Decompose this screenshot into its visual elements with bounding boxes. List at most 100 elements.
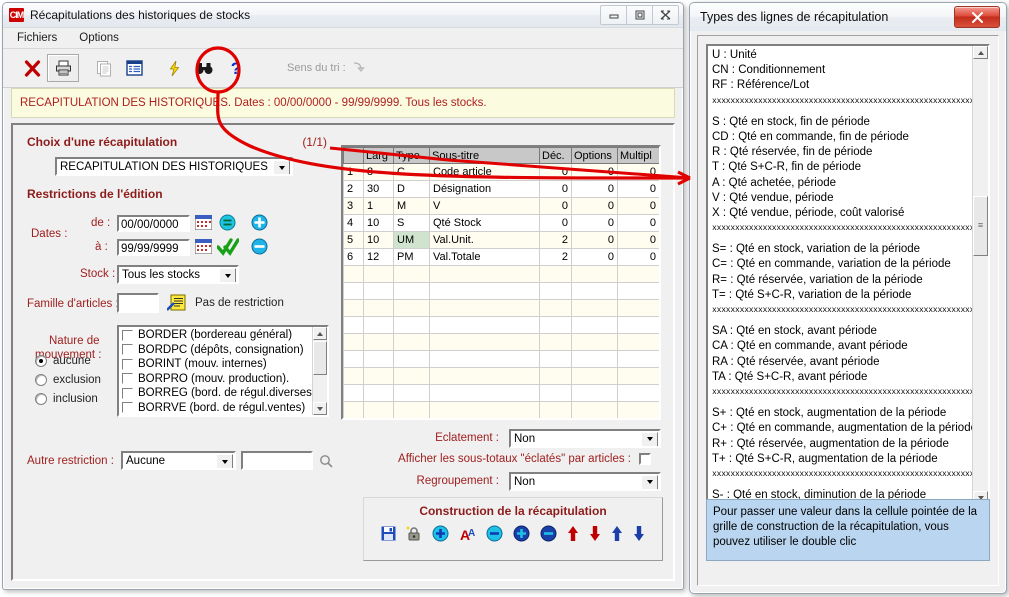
type-list-item[interactable]: R+ : Qté réservée, augmentation de la pé…	[708, 437, 972, 452]
nature-list-item[interactable]: LIVCLI (trans. : livraisons clients)	[119, 415, 312, 417]
table-row[interactable]: 5 10 UM Val.Unit. 2 0 0	[343, 231, 659, 249]
empty-cell[interactable]	[429, 299, 540, 317]
table-row-empty[interactable]	[343, 282, 659, 300]
empty-cell[interactable]	[364, 419, 394, 421]
empty-cell[interactable]	[618, 419, 660, 421]
empty-cell[interactable]	[363, 367, 394, 385]
close-button[interactable]	[652, 5, 679, 25]
type-list-item[interactable]: CA : Qté en commande, avant période	[708, 339, 972, 354]
empty-cell[interactable]	[617, 282, 659, 300]
empty-cell[interactable]	[363, 265, 394, 283]
family-input[interactable]	[117, 293, 159, 313]
empty-cell[interactable]	[539, 350, 572, 368]
recap-select[interactable]: RECAPITULATION DES HISTORIQUES	[55, 157, 293, 176]
cell-dec[interactable]: 2	[539, 231, 572, 249]
empty-cell[interactable]	[429, 333, 540, 351]
add-cyan-plus-icon[interactable]	[432, 525, 449, 545]
empty-cell[interactable]	[617, 265, 659, 283]
table-row-empty[interactable]	[343, 316, 659, 334]
equals-blue-icon[interactable]	[219, 214, 236, 234]
maximize-button[interactable]	[626, 5, 653, 25]
cell-dec[interactable]: 0	[539, 180, 572, 198]
type-list-item[interactable]: S : Qté en stock, fin de période	[708, 115, 972, 130]
cell-multipl[interactable]: 0	[617, 214, 659, 232]
date-from-input[interactable]: 00/00/0000	[117, 215, 190, 232]
cell-larg[interactable]: 10	[363, 214, 394, 232]
empty-cell[interactable]	[429, 384, 540, 402]
type-list-item[interactable]: U : Unité	[708, 48, 972, 63]
empty-cell[interactable]	[571, 333, 618, 351]
empty-cell[interactable]	[343, 299, 364, 317]
cell-sous-titre[interactable]: V	[429, 197, 540, 215]
empty-cell[interactable]	[393, 282, 430, 300]
cell-dec[interactable]: 0	[539, 197, 572, 215]
empty-cell[interactable]	[539, 333, 572, 351]
move-top-blue-icon[interactable]	[611, 525, 623, 545]
menu-item-fichiers[interactable]: Fichiers	[17, 32, 57, 44]
cell-options[interactable]: 0	[571, 231, 618, 249]
calendar-icon-from[interactable]	[194, 214, 213, 233]
construction-grid[interactable]: Larg Type Sous-titre Déc. Options Multipl 18C…	[341, 145, 661, 420]
type-list-item[interactable]: CD : Qté en commande, fin de période	[708, 130, 972, 145]
type-list-item[interactable]: R= : Qté réservée, variation de la pério…	[708, 273, 972, 288]
empty-cell[interactable]	[429, 265, 540, 283]
empty-cell[interactable]	[393, 384, 430, 402]
grid-header-0[interactable]	[343, 147, 364, 164]
cell-options[interactable]: 0	[571, 248, 618, 266]
empty-cell[interactable]	[393, 265, 430, 283]
types-scroll-thumb[interactable]: ≡	[973, 196, 988, 256]
empty-cell[interactable]	[430, 419, 540, 421]
radio-indicator[interactable]	[35, 355, 47, 367]
empty-cell[interactable]	[344, 419, 364, 421]
empty-cell[interactable]	[429, 367, 540, 385]
types-scrollbar[interactable]: ≡	[972, 46, 988, 504]
empty-cell[interactable]	[539, 384, 572, 402]
calendar-icon-to[interactable]	[194, 238, 213, 257]
grid-header-5[interactable]: Options	[571, 147, 618, 164]
nature-mode-radios[interactable]: aucune exclusion inclusion	[35, 353, 327, 407]
cell-options[interactable]: 0	[571, 163, 618, 181]
cell-sous-titre[interactable]: Désignation	[429, 180, 540, 198]
cell-sous-titre[interactable]: Code article	[429, 163, 540, 181]
empty-cell[interactable]	[571, 401, 618, 418]
empty-cell[interactable]	[571, 282, 618, 300]
empty-cell[interactable]	[617, 333, 659, 351]
grid-header-6[interactable]: Multipl	[617, 147, 659, 164]
cell-dec[interactable]: 0	[539, 214, 572, 232]
type-list-item[interactable]: TA : Qté S+C-R, avant période	[708, 370, 972, 385]
empty-cell[interactable]	[571, 316, 618, 334]
font-A-icon[interactable]: AA	[459, 526, 476, 545]
remove-cyan-minus-icon[interactable]	[486, 525, 503, 545]
empty-cell[interactable]	[617, 367, 659, 385]
type-list-item[interactable]: T= : Qté S+C-R, variation de la période	[708, 288, 972, 303]
grid-header-3[interactable]: Sous-titre	[429, 147, 540, 164]
radio-indicator[interactable]	[35, 393, 47, 405]
row-number[interactable]: 6	[343, 248, 364, 266]
type-list-item[interactable]: C= : Qté en commande, variation de la pé…	[708, 257, 972, 272]
empty-cell[interactable]	[571, 367, 618, 385]
empty-cell[interactable]	[617, 350, 659, 368]
chevron-down-icon-regroupement[interactable]	[641, 474, 658, 489]
empty-cell[interactable]	[572, 419, 618, 421]
row-number[interactable]: 1	[343, 163, 364, 181]
stock-select[interactable]: Tous les stocks	[117, 265, 239, 284]
empty-cell[interactable]	[343, 333, 364, 351]
table-row[interactable]: 4 10 S Qté Stock 0 0 0	[343, 214, 659, 232]
radio-indicator[interactable]	[35, 374, 47, 386]
type-list-item[interactable]: T : Qté S+C-R, fin de période	[708, 160, 972, 175]
empty-cell[interactable]	[343, 367, 364, 385]
move-bottom-blue-icon[interactable]	[633, 525, 645, 545]
cell-multipl[interactable]: 0	[617, 180, 659, 198]
empty-cell[interactable]	[539, 316, 572, 334]
empty-cell[interactable]	[617, 384, 659, 402]
empty-cell[interactable]	[429, 350, 540, 368]
table-row-empty[interactable]	[343, 333, 659, 351]
type-list-item[interactable]: CN : Conditionnement	[708, 63, 972, 78]
cell-larg[interactable]: 1	[363, 197, 394, 215]
empty-cell[interactable]	[363, 401, 394, 418]
table-row-empty[interactable]	[343, 367, 659, 385]
row-number[interactable]: 3	[343, 197, 364, 215]
chevron-down-icon-eclatement[interactable]	[641, 431, 658, 446]
help-question-icon[interactable]: ?	[221, 55, 251, 81]
chevron-down-icon-stock[interactable]	[219, 268, 236, 282]
